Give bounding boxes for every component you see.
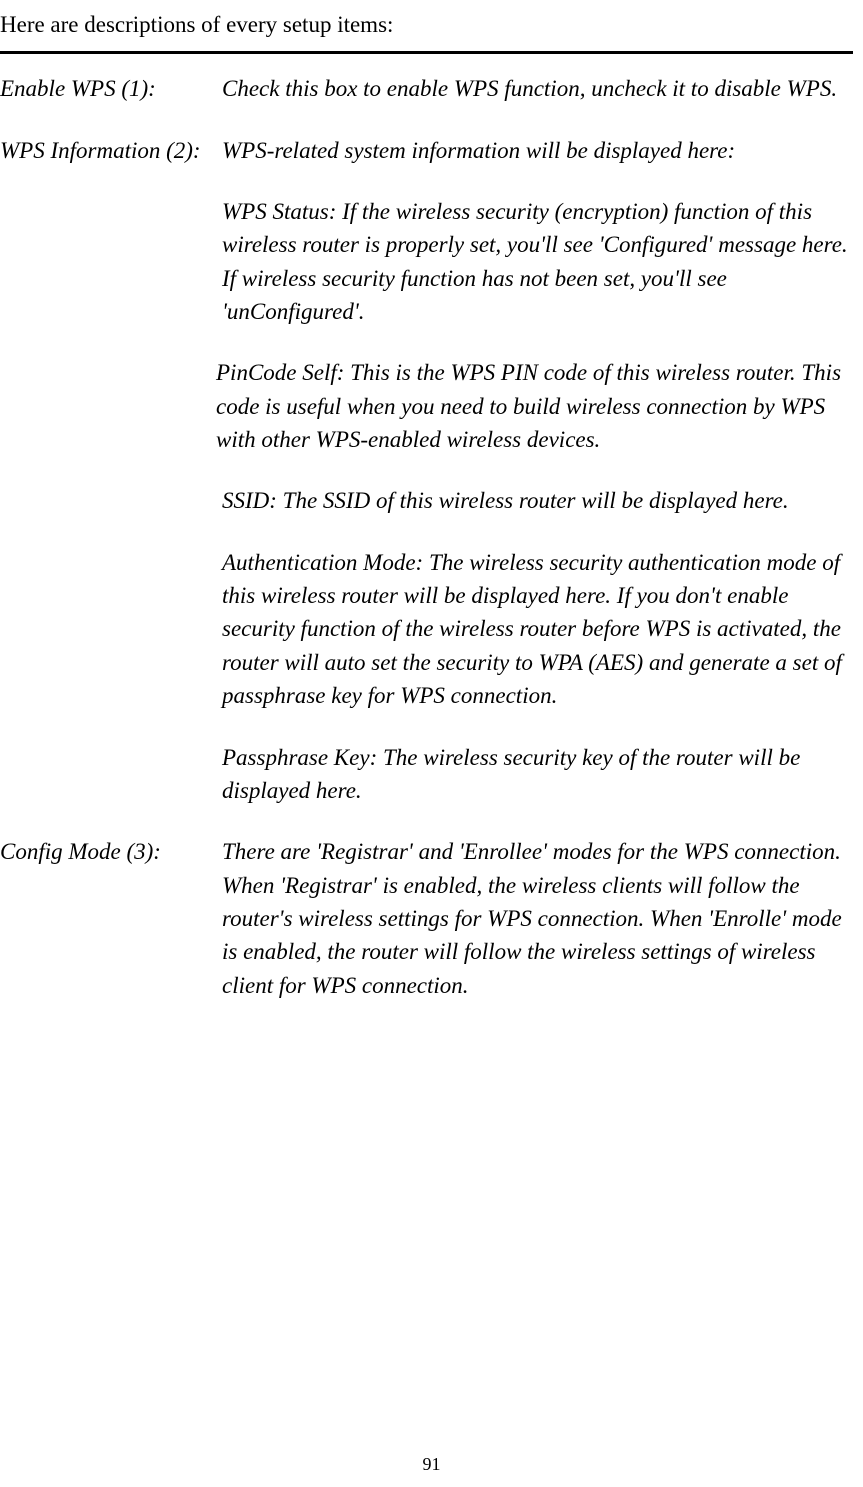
description-text: Check this box to enable WPS function, u…: [222, 72, 853, 105]
description-text: PinCode Self: This is the WPS PIN code o…: [216, 356, 853, 456]
setup-item: Config Mode (3): There are 'Registrar' a…: [0, 835, 853, 1002]
item-label: Config Mode (3):: [0, 835, 222, 1002]
item-label: WPS Information (2):: [0, 134, 222, 808]
setup-item: Enable WPS (1): Check this box to enable…: [0, 72, 853, 105]
divider: [0, 51, 853, 54]
description-text: SSID: The SSID of this wireless router w…: [222, 484, 853, 517]
description-text: WPS Status: If the wireless security (en…: [222, 195, 853, 328]
description-text: There are 'Registrar' and 'Enrollee' mod…: [222, 835, 853, 1002]
item-label: Enable WPS (1):: [0, 72, 222, 105]
content: Enable WPS (1): Check this box to enable…: [0, 72, 853, 1002]
item-descriptions: Check this box to enable WPS function, u…: [222, 72, 853, 105]
page-number: 91: [423, 1451, 441, 1477]
description-text: Passphrase Key: The wireless security ke…: [222, 741, 853, 808]
item-descriptions: WPS-related system information will be d…: [222, 134, 853, 808]
description-text: Authentication Mode: The wireless securi…: [222, 546, 853, 713]
intro-text: Here are descriptions of every setup ite…: [0, 8, 853, 41]
setup-item: WPS Information (2): WPS-related system …: [0, 134, 853, 808]
description-text: WPS-related system information will be d…: [222, 134, 853, 167]
item-descriptions: There are 'Registrar' and 'Enrollee' mod…: [222, 835, 853, 1002]
